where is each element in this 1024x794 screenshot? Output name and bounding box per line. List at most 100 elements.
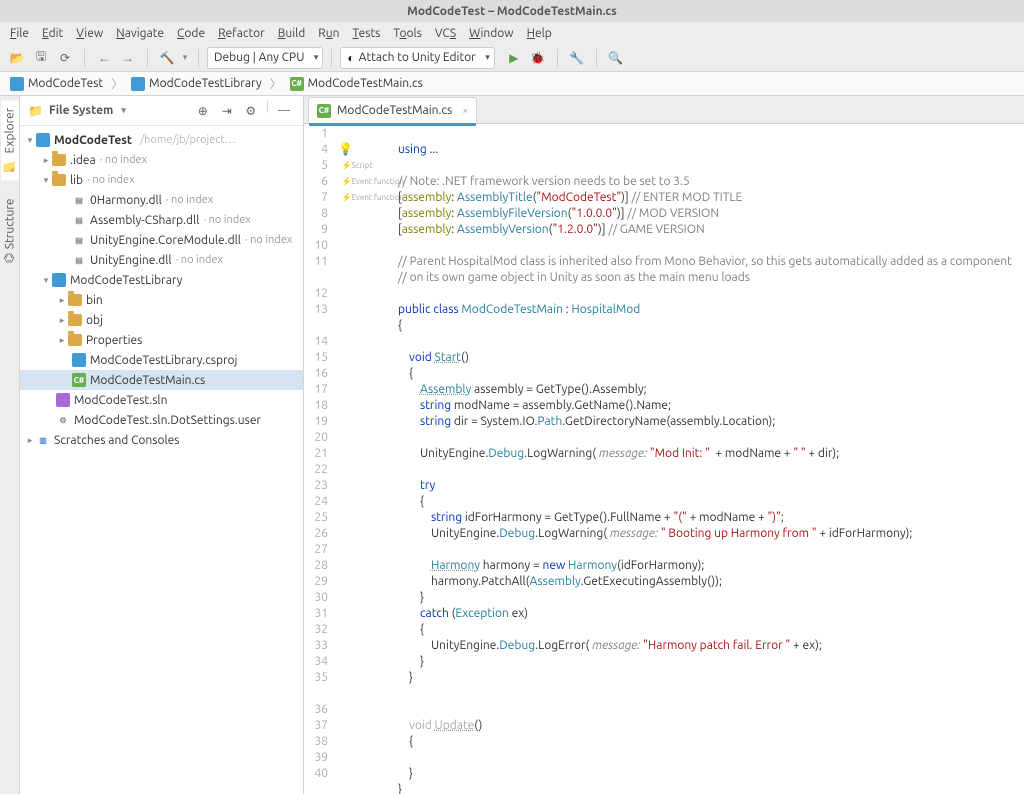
main-toolbar: 📂 🖫 ⟳ ← → 🔨 ▾ Debug | Any CPU ◐ Attach t…	[0, 44, 1024, 72]
reload-icon[interactable]: ⟳	[54, 47, 76, 69]
crumb-library[interactable]: ModCodeTestLibrary	[127, 76, 265, 92]
tab-explorer[interactable]: 📁 Explorer	[1, 100, 19, 180]
crumb-label: ModCodeTest	[28, 77, 103, 90]
menu-run[interactable]: Run	[312, 25, 345, 42]
folder-icon	[52, 154, 66, 166]
dll-icon: ▤	[72, 213, 86, 227]
tree-item-assembly-csharp-dll[interactable]: ▤ Assembly-CSharp.dll · no index	[20, 210, 303, 230]
expand-icon[interactable]: ▸	[24, 435, 36, 446]
run-config-label: Debug | Any CPU	[214, 51, 304, 64]
tree-item-library[interactable]: ▾ ModCodeTestLibrary	[20, 270, 303, 290]
debug-icon[interactable]: 🐞	[527, 47, 549, 69]
explorer-panel: 📁 File System ▾ ⊕ ⇥ ⚙ | — ▾ ModCodeTest …	[20, 96, 304, 794]
module-icon	[36, 133, 50, 147]
explorer-mode-label: File System	[49, 104, 113, 117]
gear-icon[interactable]: ⚙	[240, 100, 262, 122]
code-content[interactable]: using ... // Note: .NET framework versio…	[392, 124, 1024, 794]
expand-icon[interactable]: ▸	[56, 335, 68, 346]
tree-item-harmony-dll[interactable]: ▤ 0Harmony.dll · no index	[20, 190, 303, 210]
explorer-header: 📁 File System ▾ ⊕ ⇥ ⚙ | —	[20, 96, 303, 126]
file-tree: ▾ ModCodeTest /home/jb/projects/workspac…	[20, 126, 303, 794]
tree-item-csproj[interactable]: ModCodeTestLibrary.csproj	[20, 350, 303, 370]
tree-root-modcodetest[interactable]: ▾ ModCodeTest /home/jb/projects/workspac…	[20, 130, 303, 150]
menu-tools[interactable]: Tools	[387, 25, 428, 42]
tree-item-obj[interactable]: ▸ obj	[20, 310, 303, 330]
unity-icon: ◐	[347, 51, 354, 65]
folder-icon	[68, 334, 82, 346]
inlay-gutter: 💡 ⚡Script ⚡Event function ⚡Event functio…	[336, 124, 392, 794]
menu-build[interactable]: Build	[272, 25, 312, 42]
tree-item-unity-engine-dll[interactable]: ▤ UnityEngine.dll · no index	[20, 250, 303, 270]
build-dropdown-icon[interactable]: ▾	[180, 47, 190, 69]
menu-window[interactable]: Window	[463, 25, 519, 42]
editor-area: ModCodeTestMain.cs × 1456789101112131415…	[304, 96, 1024, 794]
build-icon[interactable]: 🔨	[156, 47, 178, 69]
chevron-down-icon: ▾	[121, 105, 126, 116]
editor-tab-label: ModCodeTestMain.cs	[337, 104, 452, 117]
tree-item-dotsettings[interactable]: ⚙ ModCodeTest.sln.DotSettings.user	[20, 410, 303, 430]
menu-refactor[interactable]: Refactor	[212, 25, 271, 42]
window-title: ModCodeTest – ModCodeTestMain.cs	[407, 5, 617, 18]
expand-icon[interactable]: ▾	[40, 275, 52, 286]
breadcrumbs: ModCodeTest 〉 ModCodeTestLibrary 〉 ModCo…	[0, 72, 1024, 96]
expand-icon[interactable]: ▾	[24, 135, 36, 146]
toolbar-separator	[84, 49, 85, 67]
expand-icon[interactable]: ▸	[56, 315, 68, 326]
folder-icon	[68, 294, 82, 306]
module-icon	[52, 273, 66, 287]
hide-icon[interactable]: —	[273, 100, 295, 122]
search-icon[interactable]: 🔍	[605, 47, 627, 69]
folder-icon: 📁	[28, 104, 43, 118]
close-icon[interactable]: ×	[462, 105, 468, 117]
dll-icon: ▤	[72, 253, 86, 267]
line-number-gutter: 1456789101112131415161718192021222324252…	[304, 124, 336, 794]
menu-code[interactable]: Code	[171, 25, 211, 42]
save-all-icon[interactable]: 🖫	[30, 47, 52, 69]
menu-help[interactable]: Help	[521, 25, 558, 42]
expand-icon[interactable]: ▾	[40, 175, 52, 186]
attach-configuration-select[interactable]: ◐ Attach to Unity Editor	[340, 47, 494, 69]
settings-file-icon: ⚙	[56, 413, 70, 427]
run-configuration-select[interactable]: Debug | Any CPU	[207, 47, 323, 69]
menu-vcs[interactable]: VCS	[429, 25, 462, 42]
locate-icon[interactable]: ⊕	[192, 100, 214, 122]
tool-window-tabs: 📁 Explorer ⌬ Structure	[0, 96, 20, 794]
module-icon	[10, 77, 24, 91]
tree-item-unity-core-dll[interactable]: ▤ UnityEngine.CoreModule.dll · no index	[20, 230, 303, 250]
open-file-icon[interactable]: 📂	[6, 47, 28, 69]
crumb-label: ModCodeTestLibrary	[149, 77, 261, 90]
crumb-label: ModCodeTestMain.cs	[308, 77, 423, 90]
tree-item-properties[interactable]: ▸ Properties	[20, 330, 303, 350]
tree-item-sln[interactable]: ModCodeTest.sln	[20, 390, 303, 410]
expand-icon[interactable]: ▸	[56, 295, 68, 306]
run-icon[interactable]: ▶	[503, 47, 525, 69]
dll-icon: ▤	[72, 193, 86, 207]
editor-tab-main[interactable]: ModCodeTestMain.cs ×	[308, 97, 477, 123]
menu-view[interactable]: View	[70, 25, 109, 42]
crumb-modcodetest[interactable]: ModCodeTest	[6, 76, 107, 92]
menu-edit[interactable]: Edit	[36, 25, 69, 42]
toolbar-separator	[596, 49, 597, 67]
settings-icon[interactable]: 🔧	[566, 47, 588, 69]
tree-item-idea[interactable]: ▸ .idea · no index	[20, 150, 303, 170]
dll-icon: ▤	[72, 233, 86, 247]
expand-icon[interactable]: ▸	[40, 155, 52, 166]
crumb-file[interactable]: ModCodeTestMain.cs	[286, 76, 427, 92]
tree-item-bin[interactable]: ▸ bin	[20, 290, 303, 310]
back-icon[interactable]: ←	[93, 47, 115, 69]
menu-tests[interactable]: Tests	[347, 25, 387, 42]
collapse-icon[interactable]: ⇥	[216, 100, 238, 122]
tree-item-scratches[interactable]: ▸ ▥ Scratches and Consoles	[20, 430, 303, 450]
tab-structure[interactable]: ⌬ Structure	[1, 190, 19, 271]
explorer-mode-select[interactable]: 📁 File System ▾	[28, 104, 186, 118]
structure-icon: ⌬	[3, 253, 17, 263]
menu-file[interactable]: File	[4, 25, 35, 42]
toolbar-separator	[331, 49, 332, 67]
menu-navigate[interactable]: Navigate	[110, 25, 170, 42]
tree-item-lib[interactable]: ▾ lib · no index	[20, 170, 303, 190]
crumb-separator: 〉	[111, 75, 123, 92]
tree-item-main-cs[interactable]: ModCodeTestMain.cs	[20, 370, 303, 390]
code-editor[interactable]: 1456789101112131415161718192021222324252…	[304, 124, 1024, 794]
forward-icon[interactable]: →	[117, 47, 139, 69]
module-icon	[131, 77, 145, 91]
